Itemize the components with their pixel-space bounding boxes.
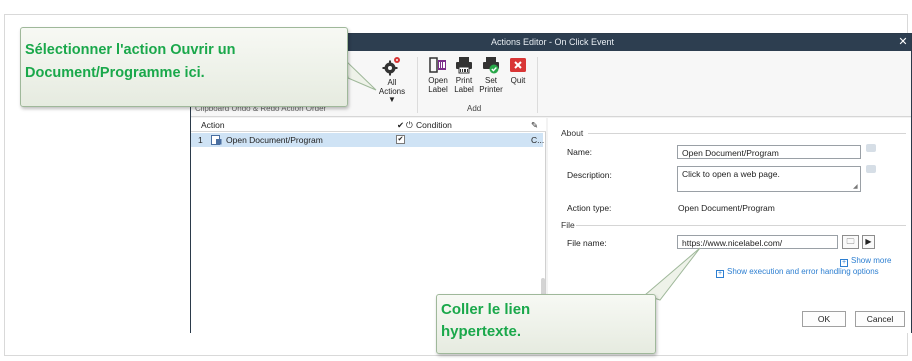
- callout-bottom-line1: Coller le lien: [441, 301, 531, 318]
- callout-top-line1: Sélectionner l'action Ouvrir un: [25, 42, 236, 58]
- callout-paste-link: Coller le lien hypertexte.: [436, 294, 656, 354]
- callout-bottom-line2: hypertexte.: [441, 323, 522, 340]
- callout-select-action: Sélectionner l'action Ouvrir un Document…: [20, 27, 348, 107]
- callout-top-line2: Document/Programme ici.: [25, 65, 205, 81]
